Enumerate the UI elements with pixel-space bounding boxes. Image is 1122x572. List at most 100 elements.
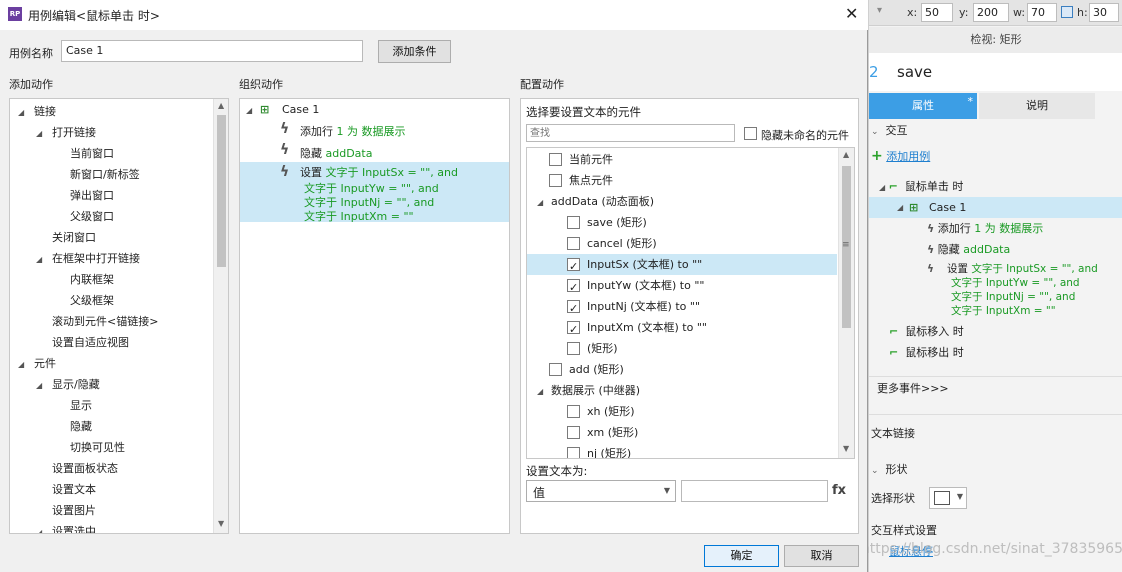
add-action-item[interactable]: ◢ 元件 (10, 353, 213, 374)
text-link-section[interactable]: 文本链接 (871, 423, 915, 444)
widget-group[interactable]: ◢ 数据展示 (中继器) (527, 380, 837, 401)
tab-properties[interactable]: 属性 * (869, 93, 977, 119)
org-action-1[interactable]: 添加行 1 为 数据展示 (300, 123, 406, 139)
expand-arrow-icon[interactable]: ◢ (18, 102, 24, 123)
widget-item[interactable]: 焦点元件 (527, 170, 837, 191)
add-actions-tree[interactable]: ◢ 链接 ◢ 打开链接 当前窗口 新窗口/新标签 弹出窗口 父级窗口 关闭窗口 ◢ 在框架中打开链接… (9, 98, 229, 534)
widget-name[interactable]: save (897, 63, 932, 81)
w-field[interactable]: 70 (1027, 3, 1057, 22)
cancel-button[interactable]: 取消 (784, 545, 859, 567)
widget-item[interactable]: (矩形) (527, 338, 837, 359)
widget-checkbox[interactable] (567, 277, 580, 298)
tab-notes[interactable]: 说明 (979, 93, 1095, 119)
organize-actions-panel[interactable]: ◢ ⊞ Case 1 ϟ 添加行 1 为 数据展示 ϟ 隐藏 addData ϟ… (239, 98, 510, 534)
expand-arrow-icon[interactable]: ◢ (36, 123, 42, 144)
widget-item[interactable]: 当前元件 (527, 149, 837, 170)
expand-arrow-icon[interactable]: ◢ (537, 192, 543, 213)
widget-checkbox[interactable] (549, 174, 562, 187)
widget-checkbox[interactable] (567, 298, 580, 319)
hide-unnamed-checkbox[interactable] (744, 127, 757, 140)
add-action-item[interactable]: 设置图片 (10, 500, 213, 521)
widget-checkbox[interactable] (567, 256, 580, 277)
insp-action-2[interactable]: ϟ 隐藏 addData (927, 239, 1010, 260)
add-action-item[interactable]: 设置面板状态 (10, 458, 213, 479)
add-action-item[interactable]: 设置自适应视图 (10, 332, 213, 353)
widget-checkbox[interactable] (549, 153, 562, 166)
h-field[interactable]: 30 (1089, 3, 1119, 22)
org-action-2[interactable]: 隐藏 addData (300, 145, 372, 161)
widget-checkbox[interactable] (567, 216, 580, 229)
case-name-input[interactable]: Case 1 (61, 40, 363, 62)
add-action-item[interactable]: 父级框架 (10, 290, 213, 311)
y-field[interactable]: 200 (973, 3, 1009, 22)
expand-arrow-icon[interactable]: ◢ (36, 375, 42, 396)
add-action-item[interactable]: ◢ 链接 (10, 101, 213, 122)
add-action-item[interactable]: ◢ 打开链接 (10, 122, 213, 143)
ok-button[interactable]: 确定 (704, 545, 779, 567)
add-action-item[interactable]: 新窗口/新标签 (10, 164, 213, 185)
add-case-link[interactable]: + 添加用例 (871, 146, 930, 167)
widget-checkbox[interactable] (567, 342, 580, 355)
event-mouse-enter[interactable]: ⌐ 鼠标移入 时 (889, 321, 964, 342)
widget-checkbox[interactable] (567, 405, 580, 418)
widget-item[interactable]: xm (矩形) (527, 422, 837, 443)
interaction-style-section[interactable]: 交互样式设置 (871, 520, 937, 541)
widget-item[interactable]: InputSx (文本框) to "" (527, 254, 837, 277)
shape-picker[interactable]: ▼ (929, 487, 967, 509)
widget-group[interactable]: ◢ addData (动态面板) (527, 191, 837, 212)
widget-item[interactable]: InputYw (文本框) to "" (527, 275, 837, 298)
expand-arrow-icon[interactable]: ◢ (537, 381, 543, 402)
add-action-item[interactable]: ◢ 显示/隐藏 (10, 374, 213, 395)
add-action-item[interactable]: 显示 (10, 395, 213, 416)
set-text-value-input[interactable] (681, 480, 828, 502)
add-action-item[interactable]: 滚动到元件<锚链接> (10, 311, 213, 332)
case-label[interactable]: Case 1 (282, 103, 319, 116)
widget-item[interactable]: InputNj (文本框) to "" (527, 296, 837, 319)
set-text-type-select[interactable]: 值 ▼ (526, 480, 676, 502)
add-action-item[interactable]: 父级窗口 (10, 206, 213, 227)
add-actions-scrollbar[interactable]: ▲ ▼ (213, 99, 228, 533)
widget-item[interactable]: add (矩形) (527, 359, 837, 380)
widget-search-input[interactable] (526, 124, 735, 142)
expand-arrow-icon[interactable]: ◢ (36, 249, 42, 270)
widget-checkbox[interactable] (567, 319, 580, 340)
add-action-item[interactable]: 弹出窗口 (10, 185, 213, 206)
event-click[interactable]: ◢ ⌐ 鼠标单击 时 (879, 176, 963, 197)
event-mouse-leave[interactable]: ⌐ 鼠标移出 时 (889, 342, 964, 363)
add-action-item[interactable]: 切换可见性 (10, 437, 213, 458)
add-action-item[interactable]: 设置文本 (10, 479, 213, 500)
widget-list-scrollbar[interactable]: ▲ ≡ ▼ (838, 148, 854, 458)
org-action-3-selected[interactable]: ϟ 设置 文字于 InputSx = "", and 文字于 InputYw =… (240, 162, 509, 223)
expand-arrow-icon[interactable]: ◢ (18, 354, 24, 375)
widget-checkbox[interactable] (567, 237, 580, 250)
add-action-item[interactable]: 当前窗口 (10, 143, 213, 164)
fx-button[interactable]: fx (832, 483, 846, 498)
scroll-thumb[interactable] (217, 115, 226, 267)
more-events-link[interactable]: 更多事件>>> (877, 378, 949, 399)
case-row[interactable]: ◢ ⊞ Case 1 (869, 197, 1122, 218)
widget-item[interactable]: nj (矩形) (527, 443, 837, 458)
add-action-item[interactable]: ◢ 在框架中打开链接 (10, 248, 213, 269)
widget-checkbox[interactable] (567, 447, 580, 458)
widget-item[interactable]: cancel (矩形) (527, 233, 837, 254)
shape-section[interactable]: ⌄ 形状 (871, 459, 908, 480)
chevron-down-icon[interactable]: ▾ (877, 5, 882, 16)
insp-action-1[interactable]: ϟ 添加行 1 为 数据展示 (927, 218, 1043, 239)
add-action-item[interactable]: 隐藏 (10, 416, 213, 437)
add-condition-button[interactable]: 添加条件 (378, 40, 451, 63)
widget-checkbox[interactable] (567, 426, 580, 439)
widget-item[interactable]: xh (矩形) (527, 401, 837, 422)
widget-item[interactable]: save (矩形) (527, 212, 837, 233)
widget-list[interactable]: 当前元件 焦点元件 ◢ addData (动态面板) save (矩形) cancel (… (526, 147, 855, 459)
widget-checkbox[interactable] (549, 363, 562, 376)
interaction-section[interactable]: ⌄ 交互 (871, 120, 908, 141)
add-action-item[interactable]: 关闭窗口 (10, 227, 213, 248)
widget-item[interactable]: InputXm (文本框) to "" (527, 317, 837, 340)
add-action-item[interactable]: ◢ 设置选中 (10, 521, 213, 533)
lock-ratio-icon[interactable] (1061, 6, 1073, 18)
add-action-item[interactable]: 内联框架 (10, 269, 213, 290)
close-icon[interactable]: ✕ (845, 4, 858, 23)
scroll-thumb[interactable]: ≡ (842, 166, 851, 328)
expand-arrow-icon[interactable]: ◢ (36, 522, 42, 533)
x-field[interactable]: 50 (921, 3, 953, 22)
